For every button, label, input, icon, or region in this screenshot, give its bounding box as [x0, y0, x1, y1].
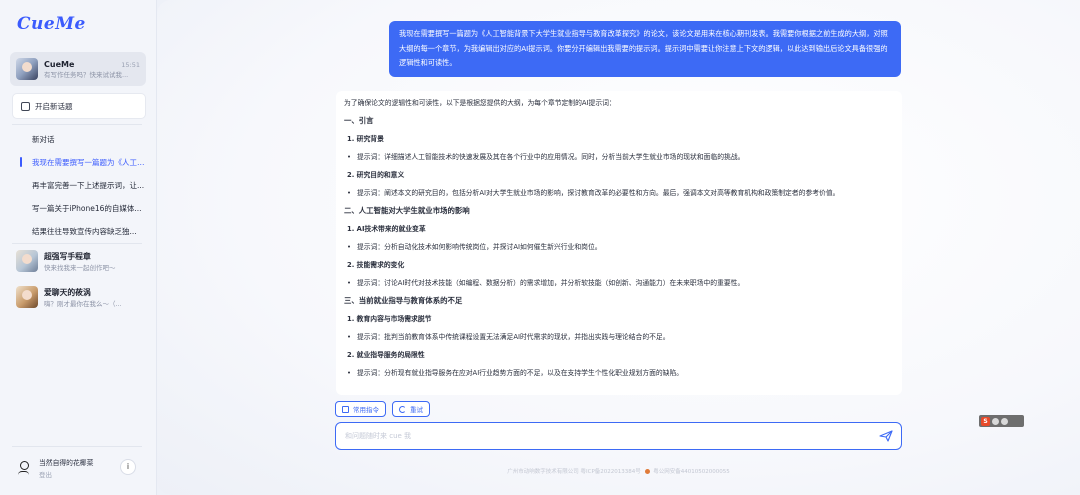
app-logo[interactable]: CueMe	[17, 14, 86, 34]
assistant-answer: 为了确保论文的逻辑性和可读性，以下是根据您提供的大纲，为每个章节定制的AI提示词…	[336, 91, 902, 395]
bot-subtitle: 快来找我来一起创作吧～	[44, 263, 116, 272]
prompt-bullet: 提示词：批判当前教育体系中传统课程设置无法满足AI时代需求的现状，并指出实践与理…	[347, 331, 894, 343]
bot-info: 爱聊天的莜涡 嗨？刚才最你在我么～（...	[44, 287, 146, 308]
info-icon[interactable]: i	[120, 459, 136, 475]
bot-avatar	[16, 58, 38, 80]
subsection-title: 2. 技能需求的变化	[347, 261, 405, 269]
icp-record[interactable]: 广州市动响数字技术有限公司 粤ICP备2022013384号	[507, 469, 641, 475]
section-heading: 二、人工智能对大学生就业市场的影响	[344, 206, 470, 215]
bot-name: 爱聊天的莜涡	[44, 287, 91, 297]
conversation-item[interactable]: 新对话	[12, 128, 146, 151]
bot-avatar	[16, 286, 38, 308]
chat-bubble-icon	[21, 101, 30, 111]
divider	[12, 243, 142, 244]
send-icon[interactable]	[879, 430, 893, 442]
message-input[interactable]	[345, 432, 865, 440]
prompt-bullet: 提示词：阐述本文的研究目的，包括分析AI对大学生就业市场的影响，探讨教育改革的必…	[347, 187, 894, 199]
new-topic-button[interactable]: 开启新话题	[12, 93, 146, 119]
prompt-bullet: 提示词：详细描述人工智能技术的快速发展及其在各个行业中的应用情况。同时，分析当前…	[347, 151, 894, 163]
answer-intro: 为了确保论文的逻辑性和可读性，以下是根据您提供的大纲，为每个章节定制的AI提示词…	[344, 99, 616, 107]
subsection-title: 2. 就业指导服务的局限性	[347, 351, 425, 359]
retry-label: 重试	[410, 406, 423, 414]
subsection-title: 2. 研究目的和意义	[347, 171, 405, 179]
conversation-item[interactable]: 结果往往导致宣传内容缺乏独...	[12, 220, 146, 243]
refresh-icon	[399, 405, 406, 413]
police-badge-icon	[644, 469, 650, 474]
user-icon	[17, 461, 31, 475]
bot-entry-chat[interactable]: 爱聊天的莜涡 嗨？刚才最你在我么～（...	[16, 286, 146, 308]
bot-subtitle: 有写作任务吗？快来试试我...	[44, 70, 129, 79]
divider	[12, 446, 142, 447]
subsection-title: 1. 研究背景	[347, 135, 384, 143]
retry-button[interactable]: 重试	[392, 401, 430, 417]
prompt-bullet: 提示词：分析自动化技术如何影响传统岗位，并探讨AI如何催生新兴行业和岗位。	[347, 241, 894, 253]
bot-info: 超强写手程章 快来找我来一起创作吧～	[44, 251, 146, 272]
conversation-label: 再丰富完善一下上述提示词，让...	[32, 181, 145, 190]
conversation-item[interactable]: 写一篇关于iPhone16的自媒体...	[12, 197, 146, 220]
divider	[12, 124, 142, 125]
conversation-label: 我现在需要撰写一篇题为《人工智能背景下大学生就业指导与教育改革探究》	[32, 158, 146, 167]
bot-avatar	[16, 250, 38, 272]
bot-time: 15:51	[121, 60, 140, 69]
footer: 广州市动响数字技术有限公司 粤ICP备2022013384号 粤公网安备4401…	[157, 467, 1080, 475]
bot-subtitle: 嗨？刚才最你在我么～（...	[44, 299, 122, 308]
conversation-label: 结果往往导致宣传内容缺乏独...	[32, 227, 137, 236]
bot-entry-writer[interactable]: 超强写手程章 快来找我来一起创作吧～	[16, 250, 146, 272]
quick-actions: 常用指令 重试	[335, 401, 430, 417]
bot-name: CueMe	[44, 59, 75, 69]
new-topic-label: 开启新话题	[35, 101, 73, 111]
message-input-box[interactable]	[335, 422, 902, 450]
command-icon	[342, 405, 349, 413]
chat-main: 我现在需要撰写一篇题为《人工智能背景下大学生就业指导与教育改革探究》的论文，该论…	[157, 0, 1080, 495]
ime-toolbar[interactable]: S	[979, 415, 1024, 427]
subsection-title: 1. 教育内容与市场需求脱节	[347, 315, 432, 323]
user-name: 当然自得的花椰菜	[39, 459, 94, 467]
prompt-bullet: 提示词：讨论AI时代对技术技能（如编程、数据分析）的需求增加，并分析软技能（如创…	[347, 277, 894, 289]
common-commands-button[interactable]: 常用指令	[335, 401, 386, 417]
user-message: 我现在需要撰写一篇题为《人工智能背景下大学生就业指导与教育改革探究》的论文，该论…	[389, 21, 901, 77]
ime-logo-icon: S	[981, 416, 990, 426]
bot-info: CueMe 15:51 有写作任务吗？快来试试我...	[44, 60, 140, 79]
police-record[interactable]: 粤公网安备44010502000055	[653, 469, 730, 475]
conversation-label: 写一篇关于iPhone16的自媒体...	[32, 204, 142, 213]
section-heading: 三、当前就业指导与教育体系的不足	[344, 296, 463, 305]
common-commands-label: 常用指令	[353, 406, 379, 414]
prompt-bullet: 提示词：分析现有就业指导服务在应对AI行业趋势方面的不足，以及在支持学生个性化职…	[347, 367, 894, 379]
conversation-item-active[interactable]: 我现在需要撰写一篇题为《人工智能背景下大学生就业指导与教育改革探究》	[12, 151, 146, 174]
ime-settings-icon[interactable]	[992, 417, 999, 425]
section-heading: 一、引言	[344, 116, 374, 125]
conversation-item[interactable]: 再丰富完善一下上述提示词，让...	[12, 174, 146, 197]
conversation-list: 新对话 我现在需要撰写一篇题为《人工智能背景下大学生就业指导与教育改革探究》 再…	[12, 128, 146, 243]
ime-menu-icon[interactable]	[1001, 417, 1008, 425]
subsection-title: 1. AI技术带来的就业变革	[347, 225, 426, 233]
bot-name: 超强写手程章	[44, 251, 91, 261]
conversation-label: 新对话	[32, 135, 55, 144]
sidebar: CueMe CueMe 15:51 有写作任务吗？快来试试我... 开启新话题 …	[0, 0, 157, 495]
logout-link[interactable]: 登出	[39, 469, 93, 479]
bot-card-cueme[interactable]: CueMe 15:51 有写作任务吗？快来试试我...	[10, 52, 146, 86]
